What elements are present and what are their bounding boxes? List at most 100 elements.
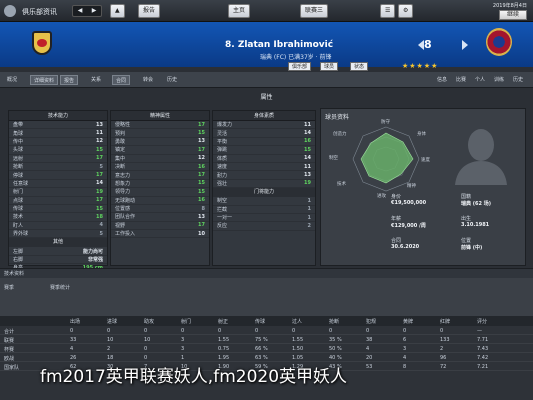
physical-panel: 身体素质 爆发力 11 灵活 14 平衡 16 弹跳 15 体质 14 速度 11 耐力 13 强壮 19 门… xyxy=(212,110,316,266)
stats-cell: 1.50 xyxy=(292,345,304,352)
header-button-status[interactable]: 状态 xyxy=(350,62,369,71)
header-button-player[interactable]: 球员 xyxy=(320,62,339,71)
right-tab-training[interactable]: 训练 xyxy=(494,75,504,85)
toolbar-button-league[interactable]: 联赛三 xyxy=(300,4,329,18)
stats-column-header[interactable]: 黄牌 xyxy=(403,318,413,325)
window-title: 俱乐部资讯 xyxy=(22,8,57,16)
attribute-row[interactable]: 远射 17 xyxy=(9,155,107,163)
attribute-row[interactable]: 反应 2 xyxy=(213,222,315,231)
attribute-row[interactable]: 头球 15 xyxy=(9,146,107,155)
attribute-row[interactable]: 射门 19 xyxy=(9,188,107,197)
table-row[interactable]: 合计 0 0 0 0 0 0 0 0 0 0 0 — xyxy=(0,326,533,335)
attribute-value: 15 xyxy=(96,146,103,153)
toolbar-button-up[interactable]: ▲ xyxy=(110,4,125,18)
attribute-row[interactable]: 意志力 17 xyxy=(111,171,209,180)
attribute-row[interactable]: 盘带 13 xyxy=(9,121,107,130)
attribute-row[interactable]: 右脚 非常强 xyxy=(9,256,107,265)
tab-label: 关系 xyxy=(91,77,102,83)
table-row[interactable]: 杯赛 4 2 0 3 0.75 66 % 1.50 50 % 4 3 2 7.43 xyxy=(0,344,533,353)
menu-icon[interactable]: ☰ xyxy=(380,4,396,18)
attribute-row[interactable]: 传球 15 xyxy=(9,205,107,214)
forward-icon[interactable]: ▶ xyxy=(87,6,101,16)
stats-cell: 1 xyxy=(181,354,185,361)
attribute-row[interactable]: 速度 11 xyxy=(213,163,315,172)
table-row[interactable]: 联赛 33 10 10 3 1.55 75 % 1.55 35 % 38 6 133 7.71 xyxy=(0,335,533,344)
attribute-row[interactable]: 点球 17 xyxy=(9,197,107,205)
attribute-row[interactable]: 想象力 15 xyxy=(111,180,209,189)
attribute-row[interactable]: 技术 18 xyxy=(9,213,107,222)
stats-column-header[interactable]: 出场 xyxy=(70,318,80,325)
table-row[interactable]: 欧战 26 18 0 1 1.95 63 % 1.05 40 % 20 4 96 7.42 xyxy=(0,353,533,362)
attribute-row[interactable]: 盯人 4 xyxy=(9,222,107,231)
attribute-row[interactable]: 强壮 19 xyxy=(213,180,315,189)
tab-relations[interactable]: 关系 xyxy=(88,75,104,85)
attribute-row[interactable]: 停球 17 xyxy=(9,171,107,180)
attribute-value: 8 xyxy=(201,205,205,212)
top-bar: 俱乐部资讯 ◀ ▶ ▲ 报告 主页 联赛三 ☰ ⚙ 2019年8月4日 继续 xyxy=(0,0,533,22)
attribute-row[interactable]: 勇敢 13 xyxy=(111,138,209,147)
attribute-row[interactable]: 团队合作 13 xyxy=(111,213,209,222)
attribute-row[interactable]: 任意球 14 xyxy=(9,180,107,189)
attribute-row[interactable]: 制空 1 xyxy=(213,197,315,206)
attribute-row[interactable]: 耐力 13 xyxy=(213,171,315,180)
continue-button[interactable]: 继续 xyxy=(499,10,527,20)
attribute-row[interactable]: 决断 16 xyxy=(111,163,209,172)
attribute-row[interactable]: 视野 17 xyxy=(111,222,209,231)
attribute-row[interactable]: 工作投入 10 xyxy=(111,230,209,239)
stats-column-header[interactable]: 评分 xyxy=(477,318,487,325)
attribute-row[interactable]: 界外球 5 xyxy=(9,230,107,239)
tab-overview[interactable]: 概况 xyxy=(4,75,20,85)
attribute-row[interactable]: 集中 12 xyxy=(111,155,209,163)
stats-cell: 0 xyxy=(144,345,148,352)
attribute-row[interactable]: 无球跑动 16 xyxy=(111,197,209,205)
settings-icon[interactable]: ⚙ xyxy=(398,4,414,18)
season-section: 赛季 赛季统计 xyxy=(0,278,533,316)
stats-column-header[interactable]: 抢断 xyxy=(329,318,339,325)
attribute-row[interactable]: 镇定 17 xyxy=(111,146,209,155)
attribute-row[interactable]: 抢断 5 xyxy=(9,163,107,172)
attribute-row[interactable]: 灵活 14 xyxy=(213,129,315,138)
tab-transfer[interactable]: 转会 xyxy=(140,75,156,85)
profile-info-label: 位置 xyxy=(461,238,472,244)
attribute-row[interactable]: 角球 11 xyxy=(9,129,107,138)
attribute-value: 11 xyxy=(304,121,311,128)
attribute-label: 强壮 xyxy=(217,180,228,187)
right-tab-history[interactable]: 历史 xyxy=(513,75,523,85)
attribute-row[interactable]: 侵略性 17 xyxy=(111,121,209,130)
right-tab-match[interactable]: 比赛 xyxy=(456,75,466,85)
stats-column-header[interactable]: 射门 xyxy=(181,318,191,325)
stats-column-header[interactable]: 射正 xyxy=(218,318,228,325)
stats-column-header[interactable]: 传球 xyxy=(255,318,265,325)
tab-details[interactable]: 详细资料 xyxy=(30,75,59,85)
attribute-row[interactable]: 一对一 1 xyxy=(213,214,315,223)
tab-history[interactable]: 历史 xyxy=(164,75,180,85)
attribute-row[interactable]: 平衡 16 xyxy=(213,138,315,147)
stats-column-header[interactable]: 助攻 xyxy=(144,318,154,325)
tab-contract[interactable]: 合同 xyxy=(112,75,131,85)
stats-cell: 4 xyxy=(403,354,407,361)
attribute-row[interactable]: 传中 12 xyxy=(9,138,107,147)
attribute-value: 15 xyxy=(198,180,205,187)
profile-info-value: €19,500,000 xyxy=(391,200,427,206)
stats-cell: 0 xyxy=(292,327,296,334)
attribute-row[interactable]: 领导力 15 xyxy=(111,188,209,197)
right-tab-info[interactable]: 信息 xyxy=(437,75,447,85)
stats-column-header[interactable]: 红牌 xyxy=(440,318,450,325)
attribute-row[interactable]: 拦截 1 xyxy=(213,206,315,214)
back-icon[interactable]: ◀ xyxy=(73,6,87,16)
stats-column-header[interactable]: 进球 xyxy=(107,318,117,325)
tab-report[interactable]: 报告 xyxy=(60,75,79,85)
stats-column-header[interactable]: 犯规 xyxy=(366,318,376,325)
attribute-row[interactable]: 弹跳 15 xyxy=(213,146,315,155)
attribute-row[interactable]: 左脚 能力尚可 xyxy=(9,247,107,256)
attribute-row[interactable]: 位置感 8 xyxy=(111,205,209,214)
attribute-row[interactable]: 爆发力 11 xyxy=(213,121,315,130)
stats-column-header[interactable]: 过人 xyxy=(292,318,302,325)
toolbar-button-home[interactable]: 主页 xyxy=(228,4,251,18)
attribute-row[interactable]: 体质 14 xyxy=(213,155,315,163)
next-player-icon[interactable] xyxy=(462,40,468,50)
toolbar-button-report[interactable]: 报告 xyxy=(138,4,161,18)
header-button-club[interactable]: 俱乐部 xyxy=(288,62,312,71)
right-tab-personal[interactable]: 个人 xyxy=(475,75,485,85)
attribute-row[interactable]: 预判 15 xyxy=(111,129,209,138)
